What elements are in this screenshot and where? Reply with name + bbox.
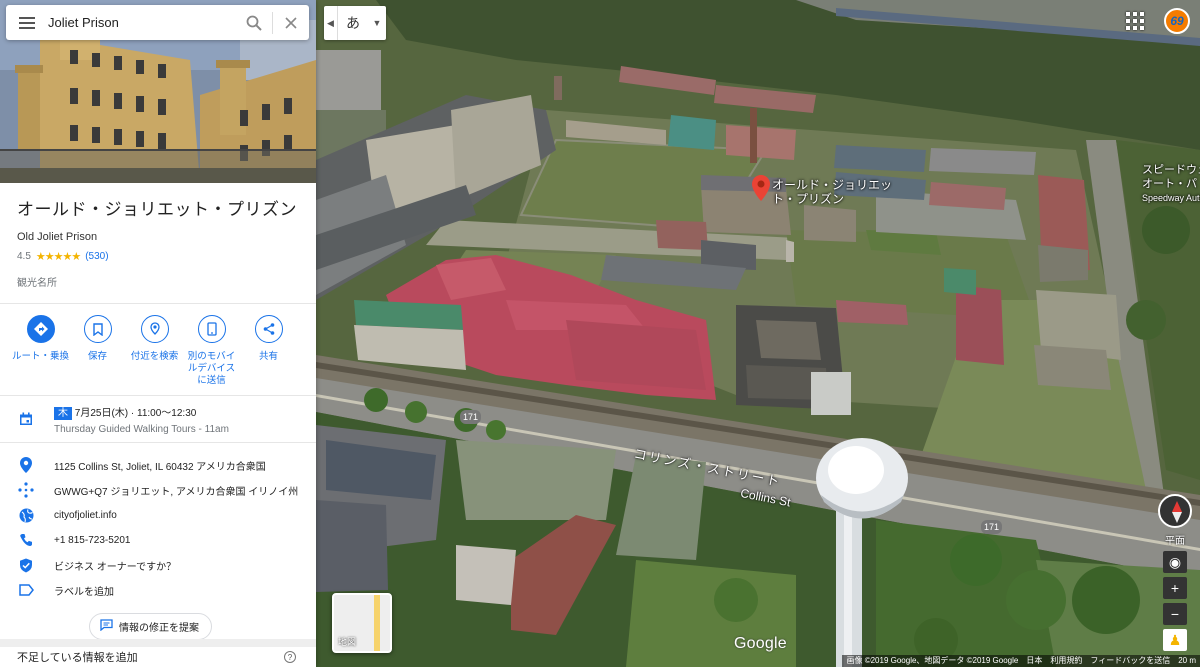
attribution-copyright: 画像 ©2019 Google、地図データ ©2019 Google — [846, 656, 1019, 665]
plus-code-icon — [17, 481, 35, 499]
address-row[interactable]: 1125 Collins St, Joliet, IL 60432 アメリカ合衆… — [0, 453, 316, 478]
event-title: Thursday Guided Walking Tours - 11am — [54, 424, 229, 435]
save-label: 保存 — [87, 351, 107, 362]
apps-grid-icon[interactable] — [1126, 12, 1144, 30]
poi-label-2[interactable]: オート・パ — [1142, 177, 1197, 191]
zoom-out-button[interactable]: − — [1163, 603, 1187, 625]
save-button[interactable]: 保存 — [69, 315, 126, 387]
directions-icon — [26, 315, 55, 343]
location-pin-icon[interactable] — [752, 175, 770, 201]
maps-app: オールド・ジョリエット・プリズン コリンズ・ストリート Collins St 1… — [0, 0, 1200, 667]
place-category[interactable]: 観光名所 — [17, 274, 300, 289]
phone-number: +1 815-723-5201 — [54, 535, 131, 546]
event-datetime-row: 木 7月25日(木) · 11:00～12:30 — [54, 404, 316, 420]
brand-badge[interactable]: 69 — [1164, 8, 1190, 34]
place-panel: オールド・ジョリエット・プリズン Old Joliet Prison 4.5 ★… — [0, 0, 316, 667]
poi-label-1[interactable]: スピードウェイ — [1142, 163, 1200, 177]
place-title: オールド・ジョリエット・プリズン — [17, 200, 297, 219]
directions-button[interactable]: ルート・乗換 — [12, 315, 69, 387]
chevron-down-icon[interactable]: ▼ — [368, 6, 386, 40]
add-missing-info[interactable]: 不足している情報を追加 ? — [0, 639, 316, 667]
google-logo: Google — [734, 635, 787, 652]
add-label-text: ラベルを追加 — [54, 587, 114, 598]
website-row[interactable]: cityofjoliet.info — [0, 503, 316, 528]
collapse-panel-icon[interactable]: ◀ — [324, 6, 338, 40]
minimap-road — [374, 595, 380, 651]
place-subtitle: Old Joliet Prison — [17, 231, 98, 243]
aerial-imagery — [316, 0, 1200, 667]
map-type-toggle[interactable]: 地図 — [332, 593, 392, 653]
action-bar: ルート・乗換 保存 付近を検索 別のモバイルデバイスに送信 共有 — [0, 304, 316, 395]
add-label-row[interactable]: ラベルを追加 — [0, 578, 316, 603]
ime-toggle[interactable]: ◀ あ ▼ — [324, 6, 386, 40]
review-count[interactable]: (530) — [85, 251, 108, 262]
search-box[interactable] — [6, 5, 309, 40]
calendar-icon — [17, 410, 35, 428]
globe-icon — [17, 506, 35, 524]
add-missing-info-label: 不足している情報を追加 — [17, 652, 138, 664]
route-shield-1: 171 — [460, 410, 482, 424]
share-label: 共有 — [258, 351, 278, 362]
place-info-list: 1125 Collins St, Joliet, IL 60432 アメリカ合衆… — [0, 443, 316, 603]
rating-row: 4.5 ★★★★★ (530) — [17, 250, 300, 263]
attribution-feedback[interactable]: フィードバックを送信 — [1090, 655, 1170, 667]
scale-label[interactable]: 20 m — [1178, 655, 1196, 667]
claim-business-text: ビジネス オーナーですか？ — [54, 562, 177, 573]
day-badge: 木 — [54, 407, 72, 420]
phone-icon — [17, 531, 35, 549]
compass-icon[interactable] — [1158, 494, 1192, 528]
poi-label-3[interactable]: Speedway Auto — [1142, 191, 1200, 205]
event-row[interactable]: 木 7月25日(木) · 11:00～12:30 Thursday Guided… — [0, 396, 316, 442]
comment-icon — [100, 619, 113, 634]
label-tag-icon — [17, 581, 35, 599]
rating-value: 4.5 — [17, 251, 31, 262]
nearby-label: 付近を検索 — [130, 351, 179, 362]
search-icon[interactable] — [236, 5, 272, 40]
search-input[interactable] — [48, 7, 236, 38]
share-icon — [254, 315, 283, 343]
map-controls: 平面 ◉ + − ♟ — [1158, 494, 1192, 651]
address-text: 1125 Collins St, Joliet, IL 60432 アメリカ合衆… — [54, 462, 266, 473]
claim-business-row[interactable]: ビジネス オーナーですか？ — [0, 553, 316, 578]
plus-code-row[interactable]: GWWG+Q7 ジョリエット, アメリカ合衆国 イリノイ州 — [0, 478, 316, 503]
event-datetime: 7月25日(木) · 11:00～12:30 — [74, 408, 197, 419]
suggest-edit-label: 情報の修正を提案 — [119, 623, 199, 634]
attribution-bar: 画像 ©2019 Google、地図データ ©2019 Google 日本 利用… — [842, 655, 1200, 667]
send-to-phone-label: 別のモバイルデバイスに送信 — [187, 351, 236, 386]
my-location-icon[interactable]: ◉ — [1163, 551, 1187, 573]
ime-mode[interactable]: あ — [338, 6, 368, 40]
route-shield-2: 171 — [981, 520, 1003, 534]
bookmark-icon — [83, 315, 112, 343]
share-button[interactable]: 共有 — [240, 315, 297, 387]
send-to-phone-icon — [197, 315, 226, 343]
menu-icon[interactable] — [6, 5, 48, 40]
send-to-phone-button[interactable]: 別のモバイルデバイスに送信 — [183, 315, 240, 387]
minimap-label: 地図 — [338, 637, 357, 647]
phone-row[interactable]: +1 815-723-5201 — [0, 528, 316, 553]
pin-label[interactable]: オールド・ジョリエット・プリズン — [772, 178, 902, 206]
place-photo[interactable] — [0, 0, 316, 183]
location-pin-icon — [17, 456, 35, 474]
suggest-edit-button[interactable]: 情報の修正を提案 — [89, 613, 212, 640]
flat-view-toggle[interactable]: 平面 — [1165, 532, 1185, 547]
star-rating-icon: ★★★★★ — [35, 251, 81, 263]
close-icon[interactable] — [273, 5, 309, 40]
place-header: オールド・ジョリエット・プリズン Old Joliet Prison 4.5 ★… — [0, 183, 316, 289]
directions-label: ルート・乗換 — [12, 351, 70, 362]
nearby-button[interactable]: 付近を検索 — [126, 315, 183, 387]
help-icon[interactable]: ? — [284, 651, 296, 663]
plus-code-text: GWWG+Q7 ジョリエット, アメリカ合衆国 イリノイ州 — [54, 487, 299, 498]
website-link: cityofjoliet.info — [54, 510, 117, 521]
zoom-in-button[interactable]: + — [1163, 577, 1187, 599]
nearby-icon — [140, 315, 169, 343]
satellite-map[interactable]: オールド・ジョリエット・プリズン コリンズ・ストリート Collins St 1… — [316, 0, 1200, 667]
verified-shield-icon — [17, 556, 35, 574]
pegman-icon[interactable]: ♟ — [1163, 629, 1187, 651]
attribution-terms[interactable]: 利用規約 — [1050, 655, 1082, 667]
attribution-region[interactable]: 日本 — [1026, 655, 1042, 667]
